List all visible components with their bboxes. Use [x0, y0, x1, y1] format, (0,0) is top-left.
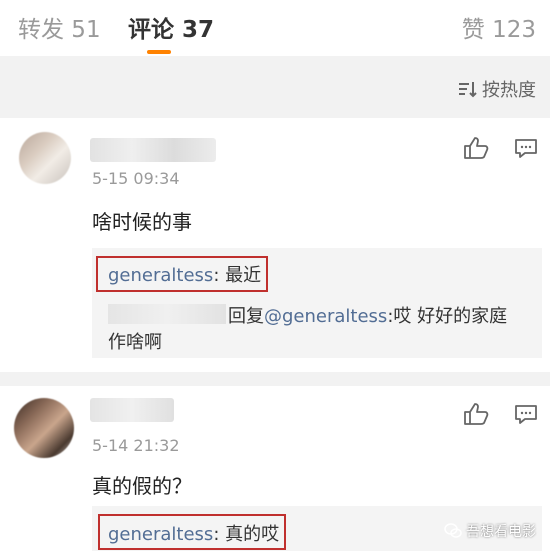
subreply-handle[interactable]: @generaltess	[264, 306, 387, 327]
like-icon[interactable]	[463, 136, 489, 160]
subreply-username-blurred[interactable]	[108, 304, 226, 324]
tab-likes[interactable]: 赞 123	[462, 10, 536, 44]
tab-reposts[interactable]: 转发 51	[18, 10, 101, 44]
comment-text: 啥时候的事	[92, 210, 192, 234]
subreply-line-continued: 作啥啊	[108, 332, 162, 353]
reply-handle[interactable]: generaltess	[108, 265, 213, 286]
tab-comments[interactable]: 评论 37	[128, 10, 214, 44]
comment-icon[interactable]	[514, 138, 538, 160]
comment-item: 5-15 09:34 啥时候的事 generaltess: 最近 回复@gene…	[0, 118, 550, 370]
sort-by-hot-button[interactable]: 按热度	[458, 76, 536, 102]
subreply-prefix: 回复	[228, 306, 264, 327]
subreply-line: 回复@generaltess:哎 好好的家庭	[228, 302, 507, 328]
sort-bar: 按热度	[0, 56, 550, 118]
reply-line: generaltess: 最近	[108, 261, 261, 287]
sort-label: 按热度	[482, 80, 536, 101]
avatar[interactable]	[14, 398, 74, 458]
watermark-text: 吾想看电影	[466, 524, 536, 540]
avatar[interactable]	[19, 132, 71, 184]
wechat-icon	[444, 523, 462, 538]
reply-text: : 真的哎	[213, 524, 280, 545]
username-blurred[interactable]	[90, 398, 174, 422]
comment-icon[interactable]	[514, 404, 538, 426]
reply-line: generaltess: 真的哎	[108, 520, 279, 546]
comment-time: 5-15 09:34	[92, 169, 180, 188]
username-blurred[interactable]	[90, 138, 216, 162]
like-icon[interactable]	[463, 402, 489, 426]
tab-bar: 转发 51 评论 37 赞 123	[0, 0, 550, 56]
watermark: 吾想看电影	[444, 521, 536, 541]
comment-text: 真的假的？	[92, 474, 192, 498]
reply-handle[interactable]: generaltess	[108, 524, 213, 545]
subreply-text: :哎 好好的家庭	[387, 306, 508, 327]
divider	[0, 372, 550, 386]
active-tab-indicator	[147, 50, 171, 54]
comment-time: 5-14 21:32	[92, 436, 180, 455]
sort-icon	[459, 82, 477, 98]
reply-box[interactable]: generaltess: 最近 回复@generaltess:哎 好好的家庭 作…	[92, 248, 542, 358]
reply-text: : 最近	[213, 265, 262, 286]
